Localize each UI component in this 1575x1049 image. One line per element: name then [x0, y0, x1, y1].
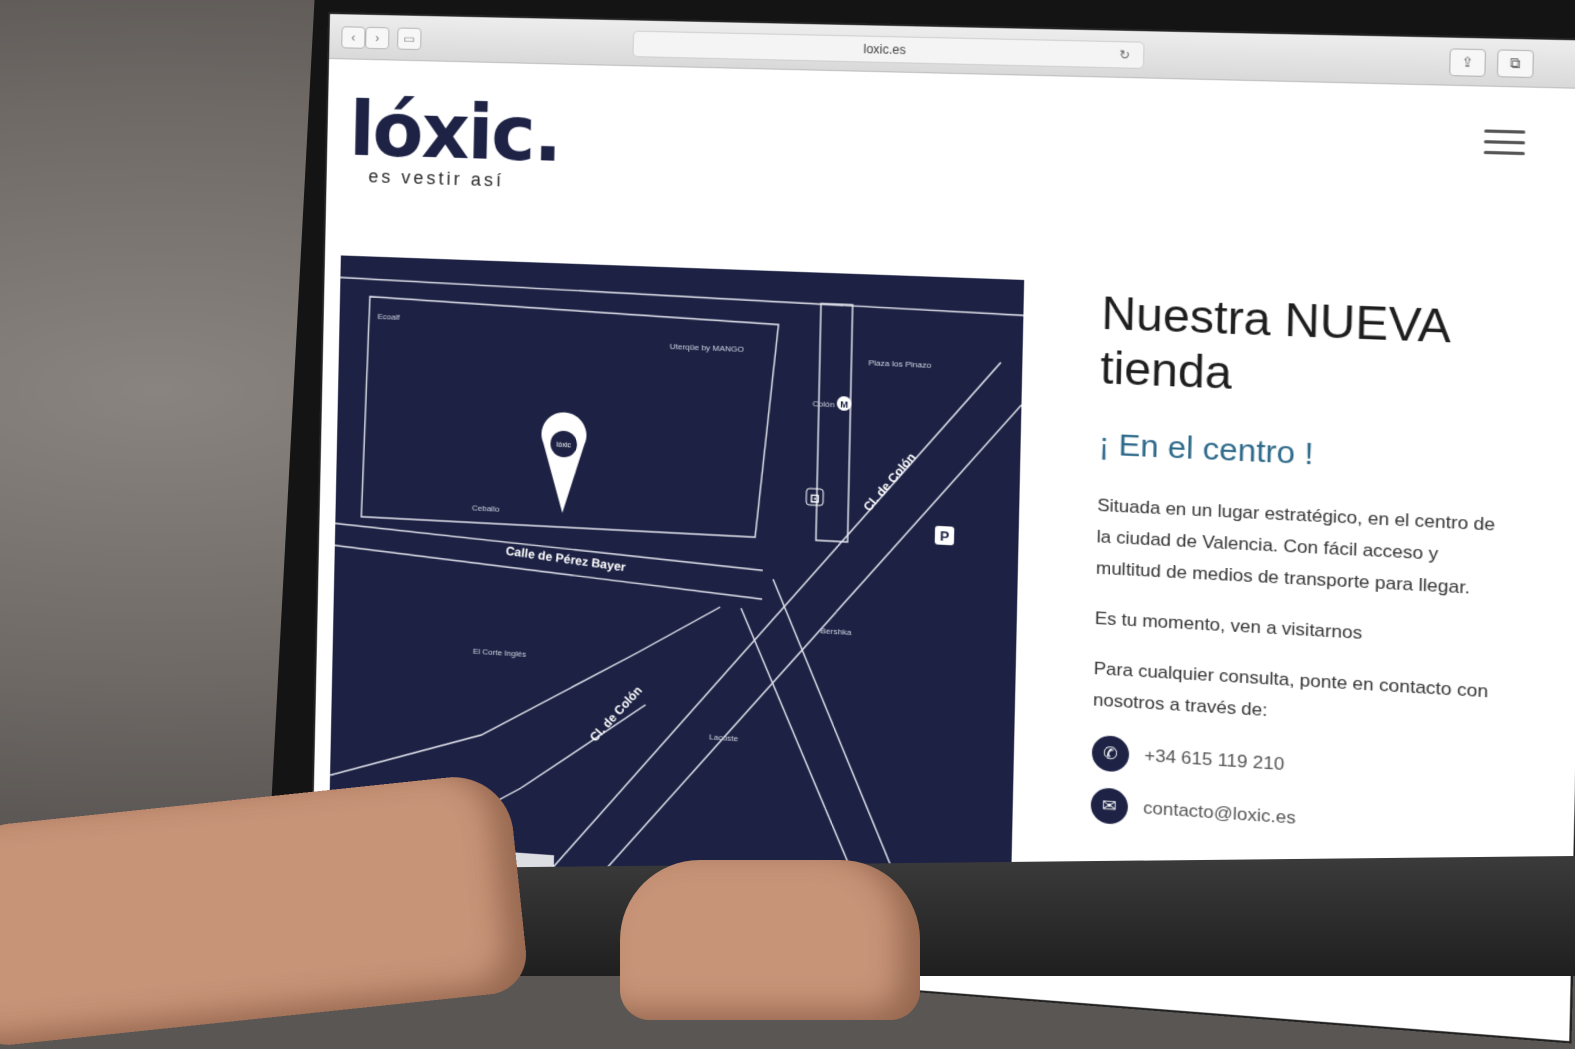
parking-glyph: P	[940, 528, 950, 544]
map-label-ecoalf: Ecoalf	[377, 312, 400, 322]
phone-number[interactable]: +34 615 119 210	[1144, 745, 1284, 775]
map-location-pin[interactable]: lóxic	[539, 411, 587, 515]
brand-logo[interactable]: lóxic. es vestir así	[348, 86, 562, 194]
map-label-colon-1: Cl. de Colón	[860, 450, 918, 514]
map-label-bershka: Bershka	[820, 626, 852, 637]
map-label-lacoste: Lacoste	[709, 732, 739, 743]
map-label-mango: Uterqüe by MANGO	[670, 342, 745, 354]
map-label-colon-metro: Colón	[812, 399, 834, 409]
page-title: Nuestra NUEVA tienda	[1099, 288, 1449, 400]
email-address[interactable]: contacto@loxic.es	[1143, 798, 1296, 829]
map-street-lower	[330, 585, 720, 801]
url-text: loxic.es	[863, 41, 907, 58]
map-label-colon-2: Cl. de Colón	[587, 683, 645, 744]
pin-label: lóxic	[556, 442, 571, 450]
map-label-el-corte-ingles: El Corte Inglés	[473, 647, 526, 659]
contact-paragraph: Para cualquier consulta, ponte en contac…	[1092, 658, 1489, 721]
description-paragraph: Situada en un lugar estratégico, en el c…	[1095, 495, 1496, 598]
metro-glyph: M	[840, 399, 848, 410]
map-label-ceballo: Ceballo	[472, 503, 500, 514]
sidebar-icon[interactable]: ▭	[397, 27, 422, 51]
right-hand	[620, 860, 920, 1020]
reload-icon[interactable]: ↻	[1119, 42, 1131, 67]
address-bar[interactable]: loxic.es ↻	[632, 30, 1145, 69]
store-info: Nuestra NUEVA tienda ¡ En el centro ! Si…	[1090, 287, 1503, 850]
map-label-plaza: Plaza los Pinazo	[868, 358, 932, 370]
map-street-top	[340, 277, 1024, 315]
map-block-colon	[816, 304, 853, 542]
visit-paragraph: Es tu momento, ven a visitarnos	[1094, 608, 1363, 644]
email-contact[interactable]: ✉ contacto@loxic.es	[1090, 787, 1491, 850]
email-icon: ✉	[1090, 787, 1129, 826]
map-street-colon-b	[601, 387, 1022, 904]
share-icon[interactable]: ⇪	[1449, 48, 1487, 77]
phone-icon: ✆	[1091, 734, 1130, 773]
phone-contact[interactable]: ✆ +34 615 119 210	[1091, 734, 1493, 796]
map-street-colon-a	[550, 344, 1001, 903]
logo-wordmark: lóxic.	[348, 86, 562, 180]
back-button[interactable]: ‹	[341, 26, 366, 49]
bus-glyph: ⊡	[810, 493, 820, 506]
forward-button[interactable]: ›	[365, 26, 390, 50]
hamburger-menu-icon[interactable]	[1483, 129, 1526, 162]
page-subtitle: ¡ En el centro !	[1098, 427, 1315, 472]
tabs-icon[interactable]: ⧉	[1496, 49, 1534, 79]
